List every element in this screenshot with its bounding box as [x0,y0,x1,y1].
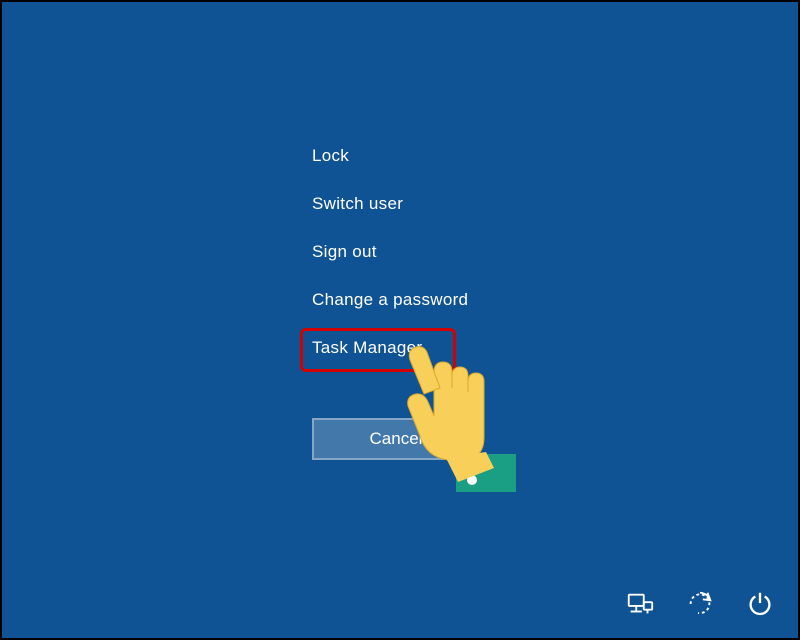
menu-item-lock[interactable]: Lock [312,132,468,180]
ease-of-access-icon[interactable] [682,586,718,622]
bottom-icon-bar [622,586,778,622]
menu-item-switch-user[interactable]: Switch user [312,180,468,228]
network-icon[interactable] [622,586,658,622]
security-options-menu: Lock Switch user Sign out Change a passw… [312,132,468,372]
cancel-button-label: Cancel [370,429,423,449]
power-icon[interactable] [742,586,778,622]
menu-item-task-manager[interactable]: Task Manager [312,324,468,372]
menu-item-change-password[interactable]: Change a password [312,276,468,324]
cancel-button[interactable]: Cancel [312,418,480,460]
menu-item-sign-out[interactable]: Sign out [312,228,468,276]
